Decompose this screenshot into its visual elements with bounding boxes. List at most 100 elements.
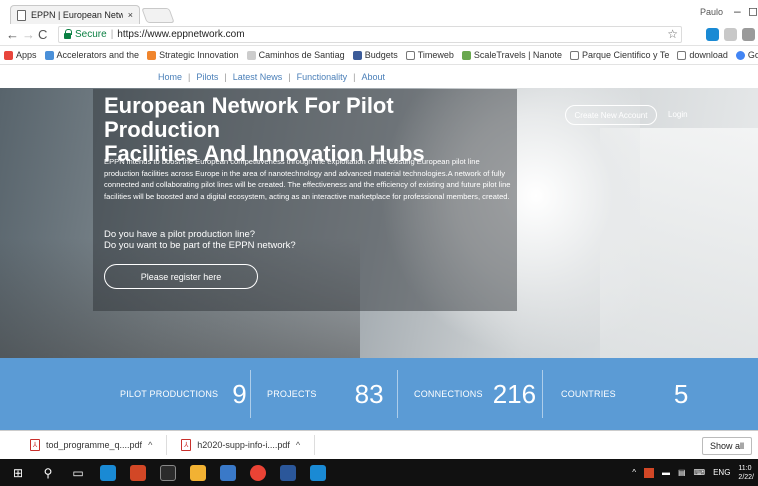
bookmark-apps[interactable]: Apps — [4, 50, 37, 60]
pdf-icon: ⅄ — [30, 439, 40, 451]
hero-question: Do you have a pilot production line? — [104, 229, 256, 240]
file-explorer-icon[interactable] — [190, 464, 206, 481]
maximize-icon[interactable]: ◻ — [748, 4, 758, 18]
register-button[interactable]: Please register here — [104, 264, 258, 289]
site-nav: Home | Pilots | Latest News | Functional… — [0, 65, 758, 88]
bookmark-favicon — [352, 50, 362, 60]
extension-icon[interactable] — [724, 28, 737, 41]
chevron-up-icon[interactable]: ^ — [148, 440, 152, 450]
bookmark-star-icon[interactable]: ☆ — [667, 27, 678, 41]
stat-value: 5 — [673, 378, 689, 409]
minimize-icon[interactable]: – — [734, 4, 741, 18]
stat-connections: CONNECTIONS 216 — [398, 370, 542, 418]
lock-icon — [64, 28, 72, 39]
bookmark-item[interactable]: download — [677, 50, 728, 60]
taskbar: ⊞ ⚲ ▭ ^ ▬ ▤ ⌨ ENG 11:0 2/22/ — [0, 459, 758, 486]
stat-countries: COUNTRIES 5 — [543, 370, 688, 418]
bookmark-item[interactable]: Accelerators and the — [44, 50, 139, 60]
pdf-icon: ⅄ — [181, 439, 192, 451]
search-icon[interactable]: ⚲ — [40, 465, 56, 481]
language-indicator[interactable]: ENG — [713, 468, 730, 477]
stat-value: 216 — [492, 378, 537, 409]
hero-title-line: European Network For Pilot Production — [104, 93, 394, 142]
nav-pilots[interactable]: Pilots — [190, 72, 224, 82]
stats-bar: PILOT PRODUCTIONS 9 PROJECTS 83 CONNECTI… — [0, 358, 758, 430]
download-filename: h2020-supp-info-i....pdf — [197, 440, 290, 450]
reload-icon[interactable]: C — [38, 27, 47, 42]
profile-name[interactable]: Paulo — [700, 7, 723, 17]
tray-app-icon[interactable] — [643, 467, 654, 478]
keyboard-icon[interactable]: ⌨ — [694, 468, 706, 477]
url-divider: | — [110, 29, 114, 40]
stat-value: 9 — [232, 378, 247, 409]
chrome-icon[interactable] — [250, 464, 266, 481]
bookmark-favicon — [44, 50, 54, 60]
store-icon[interactable] — [160, 464, 176, 481]
download-filename: tod_programme_q....pdf — [46, 440, 143, 450]
word-icon[interactable] — [280, 464, 296, 481]
extension-icon[interactable] — [742, 28, 755, 41]
hero-description: EPPN intends to boost the European compe… — [104, 157, 511, 201]
chevron-up-icon[interactable]: ^ — [296, 440, 300, 450]
new-tab-button[interactable] — [141, 8, 175, 23]
secure-label: Secure — [75, 29, 107, 40]
download-divider — [314, 435, 316, 455]
bookmark-item[interactable]: Google — [735, 50, 758, 60]
create-account-button[interactable]: Create New Account — [565, 105, 657, 125]
bookmarks-bar: Apps Accelerators and the Strategic Inno… — [0, 46, 758, 65]
clock[interactable]: 11:0 2/22/ — [738, 464, 754, 482]
stat-label: CONNECTIONS — [414, 389, 483, 399]
stat-label: PROJECTS — [267, 389, 317, 399]
download-divider — [166, 435, 168, 455]
nav-home[interactable]: Home — [152, 72, 188, 82]
bookmark-item[interactable]: Parque Cientifico y Te — [569, 50, 670, 60]
outlook-icon[interactable] — [220, 464, 236, 481]
apps-grid-icon — [4, 50, 13, 60]
stat-label: PILOT PRODUCTIONS — [120, 389, 219, 399]
bookmark-item[interactable]: ScaleTravels | Nanote — [461, 50, 562, 60]
chevron-up-icon[interactable]: ^ — [632, 468, 636, 477]
nav-latest-news[interactable]: Latest News — [227, 72, 289, 82]
network-icon[interactable]: ▤ — [678, 468, 686, 477]
bookmark-label: download — [689, 50, 728, 60]
stat-value: 83 — [354, 378, 384, 409]
bookmark-label: Parque Cientifico y Te — [581, 50, 670, 60]
clock-date: 2/22/ — [738, 473, 754, 481]
forward-arrow-icon[interactable]: → — [22, 27, 35, 42]
bookmark-item[interactable]: Timeweb — [405, 50, 454, 60]
download-item[interactable]: ⅄ h2020-supp-info-i....pdf ^ — [181, 439, 300, 451]
battery-icon[interactable]: ▬ — [662, 468, 670, 477]
stat-label: COUNTRIES — [561, 389, 616, 399]
show-all-button[interactable]: Show all — [701, 437, 752, 455]
windows-start-icon[interactable]: ⊞ — [10, 465, 26, 481]
system-tray: ^ ▬ ▤ ⌨ ENG 11:0 2/22/ — [632, 459, 754, 486]
url-field[interactable]: Secure | https://www.eppnetwork.com — [58, 26, 682, 43]
title-bar: EPPN | European Netwo × Paulo – ◻ — [0, 0, 758, 24]
login-link[interactable]: Login — [668, 110, 688, 119]
skype-icon[interactable] — [310, 464, 326, 481]
browser-tab[interactable]: EPPN | European Netwo × — [10, 5, 140, 24]
download-item[interactable]: ⅄ tod_programme_q....pdf ^ — [30, 439, 152, 451]
bookmark-label: Timeweb — [417, 50, 454, 60]
nav-about[interactable]: About — [355, 72, 391, 82]
clock-time: 11:0 — [738, 464, 752, 472]
page-icon — [677, 50, 687, 60]
nav-functionality[interactable]: Functionality — [291, 72, 354, 82]
url-text: https://www.eppnetwork.com — [117, 29, 245, 40]
close-tab-icon[interactable]: × — [128, 10, 133, 20]
page-icon — [17, 9, 26, 21]
powerpoint-icon[interactable] — [130, 464, 146, 481]
back-arrow-icon[interactable]: ← — [6, 27, 19, 42]
stat-projects: PROJECTS 83 — [251, 370, 397, 418]
bookmark-item[interactable]: Strategic Innovation — [147, 50, 239, 60]
downloads-bar: ⅄ tod_programme_q....pdf ^ ⅄ h2020-supp-… — [0, 430, 758, 459]
bookmark-item[interactable]: Caminhos de Santiag — [246, 50, 345, 60]
extension-skype-icon[interactable] — [706, 28, 719, 41]
address-bar: ← → C Secure | https://www.eppnetwork.co… — [0, 24, 758, 46]
task-view-icon[interactable]: ▭ — [70, 465, 86, 481]
skype-icon[interactable] — [100, 464, 116, 481]
google-icon — [735, 50, 745, 60]
hero-banner: European Network For Pilot Production Fa… — [0, 88, 758, 358]
bookmark-item[interactable]: Budgets — [352, 50, 398, 60]
bookmark-label: Caminhos de Santiag — [258, 50, 345, 60]
